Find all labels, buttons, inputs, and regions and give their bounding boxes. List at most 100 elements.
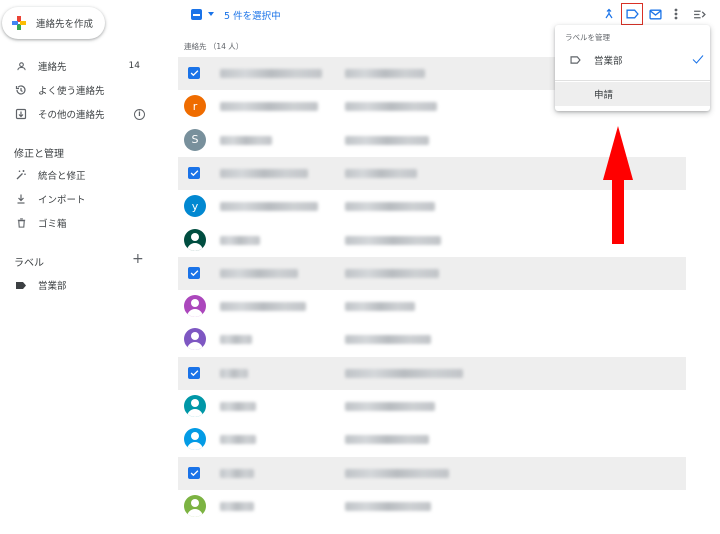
contact-email-redacted: [345, 501, 431, 511]
labels-heading: ラベル: [14, 258, 44, 269]
check-icon: [692, 54, 704, 64]
contact-email-redacted: [345, 335, 431, 345]
contact-name-redacted: [220, 69, 322, 78]
contact-email-redacted: [345, 435, 429, 445]
table-row[interactable]: [178, 423, 686, 456]
hide-list-icon[interactable]: [691, 6, 707, 22]
select-all-checkbox[interactable]: [191, 9, 202, 20]
contact-email-redacted: [345, 135, 429, 145]
history-icon: [15, 84, 27, 96]
contact-name-redacted: [220, 335, 252, 345]
contact-email-redacted: [345, 468, 449, 478]
row-checkbox[interactable]: [188, 466, 200, 479]
table-row[interactable]: [178, 323, 686, 356]
sidebar-item-label: 統合と修正: [38, 171, 86, 182]
contact-email-redacted: [345, 402, 435, 411]
sidebar: 連絡先を作成 連絡先 14 よく使う連絡先 その他の連絡先 i 修正と管理 統合…: [0, 0, 170, 534]
menu-item-label: 申請: [594, 90, 614, 101]
selection-dropdown-icon[interactable]: [208, 12, 214, 16]
sidebar-item-merge-fix[interactable]: 統合と修正: [0, 164, 160, 186]
contact-name-redacted: [220, 135, 272, 145]
sidebar-item-label: インポート: [38, 195, 86, 206]
sidebar-item-label: 連絡先: [38, 62, 67, 73]
add-label-icon[interactable]: +: [132, 251, 144, 267]
email-icon[interactable]: [647, 6, 663, 22]
magic-wand-icon: [15, 169, 27, 181]
sidebar-item-label-sales[interactable]: 営業部: [0, 274, 160, 296]
sidebar-item-import[interactable]: インポート: [0, 188, 160, 210]
create-contact-label: 連絡先を作成: [36, 19, 94, 30]
menu-item-label: 営業部: [594, 56, 623, 67]
contacts-count: 14: [128, 61, 140, 71]
contact-name-redacted: [220, 402, 256, 411]
contacts-app: 連絡先を作成 連絡先 14 よく使う連絡先 その他の連絡先 i 修正と管理 統合…: [0, 0, 720, 534]
row-checkbox[interactable]: [188, 67, 200, 79]
contact-name-redacted: [220, 435, 256, 445]
contact-email-redacted: [345, 302, 415, 312]
sidebar-item-trash[interactable]: ゴミ箱: [0, 212, 160, 234]
person-icon: [15, 60, 27, 72]
avatar[interactable]: [184, 228, 206, 251]
contact-email-redacted: [345, 368, 463, 378]
table-row[interactable]: [178, 356, 686, 390]
contact-name-redacted: [220, 202, 318, 212]
menu-divider: [555, 80, 710, 81]
sidebar-item-frequent[interactable]: よく使う連絡先: [0, 79, 160, 101]
contact-email-redacted: [345, 235, 441, 245]
sidebar-item-label: その他の連絡先: [38, 110, 105, 121]
download-icon: [15, 193, 27, 205]
row-checkbox[interactable]: [188, 266, 200, 279]
row-checkbox[interactable]: [188, 166, 200, 179]
table-row[interactable]: [178, 456, 686, 490]
table-row[interactable]: [178, 490, 686, 523]
contact-name-redacted: [220, 302, 306, 312]
trash-icon: [15, 217, 27, 229]
more-vert-icon[interactable]: [668, 6, 684, 22]
sidebar-item-label: ゴミ箱: [38, 219, 67, 230]
contact-email-redacted: [345, 168, 417, 178]
contact-email-redacted: [345, 69, 425, 78]
menu-title: ラベルを管理: [565, 33, 610, 42]
contact-email-redacted: [345, 202, 435, 212]
table-row[interactable]: [178, 390, 686, 423]
avatar[interactable]: [184, 395, 206, 417]
manage-heading: 修正と管理: [14, 149, 64, 160]
contacts-list-header: 連絡先 （14 人）: [184, 42, 244, 51]
selection-count: 5 件を選択中: [224, 11, 281, 22]
info-icon[interactable]: i: [134, 108, 145, 120]
contact-name-redacted: [220, 102, 318, 112]
contact-email-redacted: [345, 102, 437, 112]
sidebar-item-label: よく使う連絡先: [38, 86, 105, 97]
avatar[interactable]: [184, 328, 206, 351]
avatar[interactable]: y: [184, 195, 206, 218]
contact-name-redacted: [220, 501, 254, 511]
avatar[interactable]: [184, 428, 206, 451]
label-outline-icon: [570, 56, 581, 64]
contact-name-redacted: [220, 168, 308, 178]
table-row[interactable]: [178, 290, 686, 323]
manage-labels-menu: ラベルを管理 営業部 申請: [555, 25, 710, 111]
menu-item-apply[interactable]: 申請: [555, 82, 710, 106]
label-filled-icon: [15, 279, 27, 291]
label-icon[interactable]: [624, 6, 640, 22]
menu-item-sales[interactable]: 営業部: [555, 48, 710, 72]
contact-name-redacted: [220, 268, 298, 278]
contact-name-redacted: [220, 468, 254, 478]
add-box-icon: [15, 108, 27, 120]
avatar[interactable]: r: [184, 95, 206, 118]
table-row[interactable]: [178, 256, 686, 290]
avatar[interactable]: [184, 494, 206, 517]
create-contact-button[interactable]: 連絡先を作成: [2, 7, 105, 39]
row-checkbox[interactable]: [188, 366, 200, 379]
sidebar-item-other-contacts[interactable]: その他の連絡先 i: [0, 103, 160, 125]
contact-name-redacted: [220, 368, 248, 378]
avatar[interactable]: S: [184, 128, 206, 151]
contact-name-redacted: [220, 235, 260, 245]
plus-icon: [12, 16, 26, 30]
contact-email-redacted: [345, 268, 439, 278]
sidebar-item-label: 営業部: [38, 281, 67, 292]
avatar[interactable]: [184, 295, 206, 318]
annotation-arrow: [603, 126, 633, 244]
sidebar-item-contacts[interactable]: 連絡先 14: [0, 55, 160, 77]
merge-icon[interactable]: [601, 6, 617, 22]
